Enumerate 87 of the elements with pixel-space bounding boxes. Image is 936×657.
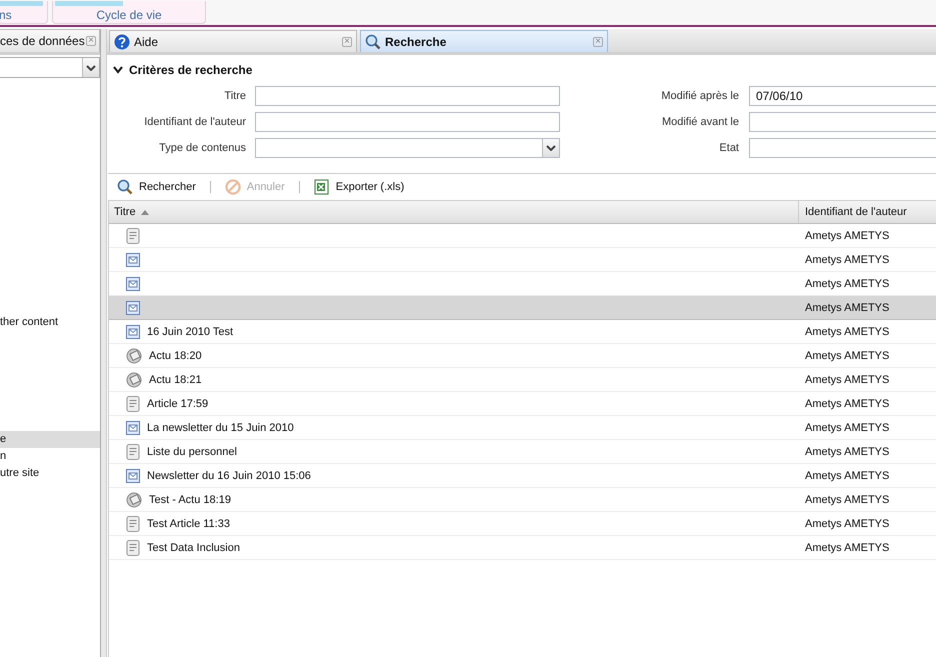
- table-row[interactable]: Ametys AMETYS: [109, 248, 936, 272]
- table-cell: Ametys AMETYS: [805, 494, 890, 506]
- column-header[interactable]: Identifiant de l'auteur: [799, 201, 936, 223]
- table-cell: Ametys AMETYS: [805, 326, 890, 338]
- table-row[interactable]: Test - Actu 18:19 Ametys AMETYS: [109, 488, 936, 512]
- group-label: Cycle de vie: [96, 7, 162, 23]
- table-cell: Ametys AMETYS: [805, 518, 890, 530]
- envelope-icon: [126, 420, 140, 434]
- table-cell: Actu 18:21: [149, 374, 202, 386]
- ribbon-button[interactable]: [55, 1, 123, 6]
- search-icon: [365, 34, 381, 50]
- table-cell: Newsletter du 16 Juin 2010 15:06: [147, 470, 311, 482]
- field-label: Modifié après le: [660, 90, 740, 102]
- tree-item[interactable]: ther content: [0, 314, 100, 331]
- table-cell: Ametys AMETYS: [805, 374, 890, 386]
- newspaper-icon: [126, 492, 142, 508]
- table-cell: Ametys AMETYS: [805, 254, 890, 266]
- field-label: Identifiant de l'auteur: [143, 116, 247, 128]
- table-cell: Actu 18:20: [149, 350, 202, 362]
- toolbar-button[interactable]: Rechercher: [115, 177, 198, 197]
- group-label: ns: [0, 7, 12, 23]
- newspaper-icon: [126, 372, 142, 388]
- table-cell: Ametys AMETYS: [805, 230, 890, 242]
- document-icon: [126, 540, 140, 556]
- table-cell: Liste du personnel: [147, 446, 237, 458]
- panel-tab[interactable]: ces de données ×: [0, 29, 100, 52]
- table-row[interactable]: Actu 18:21 Ametys AMETYS: [109, 368, 936, 392]
- table-cell: Ametys AMETYS: [805, 350, 890, 362]
- input-field[interactable]: [255, 112, 560, 132]
- envelope-icon: [126, 324, 140, 338]
- table-cell: La newsletter du 15 Juin 2010: [147, 422, 294, 434]
- table-cell: Ametys AMETYS: [805, 302, 890, 314]
- envelope-icon: [126, 468, 140, 482]
- document-icon: [126, 516, 140, 532]
- column-header[interactable]: Titre: [109, 201, 799, 223]
- table-cell: Ametys AMETYS: [805, 542, 890, 554]
- input-field[interactable]: 07/06/10: [749, 86, 936, 106]
- table-row[interactable]: Newsletter du 16 Juin 2010 15:06 Ametys AMETYS: [109, 464, 936, 488]
- toolbar-button[interactable]: Exporter (.xls): [312, 177, 406, 197]
- dropdown-icon[interactable]: [542, 139, 559, 157]
- field-label: Titre: [223, 90, 247, 102]
- table-row[interactable]: Actu 18:20 Ametys AMETYS: [109, 344, 936, 368]
- prohibited-icon: [224, 179, 241, 195]
- field-label: Type de contenus: [158, 142, 247, 154]
- section-header[interactable]: Critères de recherche: [108, 55, 936, 77]
- table-row[interactable]: La newsletter du 15 Juin 2010 Ametys AMETYS: [109, 416, 936, 440]
- table-row[interactable]: 16 Juin 2010 Test Ametys AMETYS: [109, 320, 936, 344]
- table-row[interactable]: Test Article 11:33 Ametys AMETYS: [109, 512, 936, 536]
- search-icon: [117, 179, 133, 195]
- table-cell: Article 17:59: [147, 398, 208, 410]
- input-field[interactable]: [255, 138, 560, 158]
- table-row[interactable]: Ametys AMETYS: [109, 296, 936, 320]
- input-field[interactable]: [749, 138, 936, 158]
- envelope-icon: [126, 252, 140, 266]
- table-row[interactable]: Test Data Inclusion Ametys AMETYS: [109, 536, 936, 560]
- table-cell: Ametys AMETYS: [805, 422, 890, 434]
- table-cell: Test Article 11:33: [147, 518, 230, 530]
- input-field[interactable]: [255, 86, 560, 106]
- tree-item[interactable]: n: [0, 448, 100, 465]
- table-cell: Test - Actu 18:19: [149, 494, 231, 506]
- table-cell: Ametys AMETYS: [805, 398, 890, 410]
- ribbon-button[interactable]: [0, 1, 43, 6]
- envelope-icon: [126, 276, 140, 290]
- table-cell: Test Data Inclusion: [147, 542, 240, 554]
- table-row[interactable]: Ametys AMETYS: [109, 224, 936, 248]
- document-icon: [126, 396, 140, 412]
- table-cell: Ametys AMETYS: [805, 470, 890, 482]
- tree-item[interactable]: e: [0, 431, 100, 448]
- field-label: Modifié avant le: [660, 116, 740, 128]
- envelope-icon: [126, 300, 140, 314]
- spreadsheet-icon: [314, 179, 330, 195]
- combo-field[interactable]: [0, 57, 100, 78]
- document-icon: [126, 444, 140, 460]
- table-row[interactable]: Liste du personnel Ametys AMETYS: [109, 440, 936, 464]
- field-label: Etat: [718, 142, 740, 154]
- document-icon: [126, 228, 140, 244]
- table-cell: Ametys AMETYS: [805, 446, 890, 458]
- tab[interactable]: Aide ×: [109, 30, 357, 52]
- tab[interactable]: Recherche ×: [360, 30, 608, 52]
- help-icon: [114, 34, 130, 50]
- input-field[interactable]: [749, 112, 936, 132]
- table-cell: Ametys AMETYS: [805, 278, 890, 290]
- tree-item[interactable]: utre site: [0, 465, 100, 482]
- newspaper-icon: [126, 348, 142, 364]
- table-cell: 16 Juin 2010 Test: [147, 326, 234, 338]
- table-row[interactable]: Article 17:59 Ametys AMETYS: [109, 392, 936, 416]
- dropdown-icon[interactable]: [82, 58, 99, 77]
